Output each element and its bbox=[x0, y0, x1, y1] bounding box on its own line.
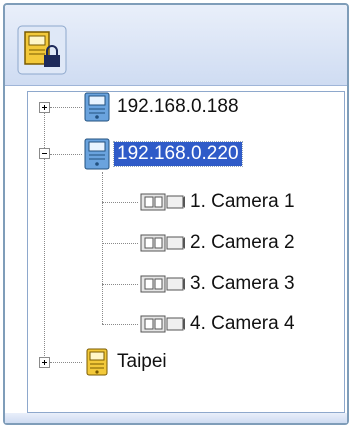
server-group-lock-icon[interactable] bbox=[17, 25, 67, 75]
server-icon bbox=[84, 92, 110, 122]
camera-icon bbox=[140, 234, 185, 252]
tree-line bbox=[102, 324, 138, 325]
expand-icon[interactable] bbox=[39, 102, 50, 113]
server-icon bbox=[84, 138, 110, 170]
camera-item-label[interactable]: 2. Camera 2 bbox=[187, 231, 298, 255]
tree-node-label[interactable]: 192.168.0.188 bbox=[114, 95, 242, 119]
camera-item-label[interactable]: 3. Camera 3 bbox=[187, 272, 298, 296]
camera-icon bbox=[140, 315, 185, 333]
camera-item-label[interactable]: 1. Camera 1 bbox=[187, 190, 298, 214]
collapse-icon[interactable] bbox=[39, 148, 50, 159]
tree-line bbox=[44, 104, 45, 362]
expand-icon[interactable] bbox=[39, 357, 50, 368]
tree-node-label[interactable]: Taipei bbox=[114, 350, 170, 374]
tree-line bbox=[50, 107, 82, 108]
tree-line bbox=[50, 154, 82, 155]
server-group-icon bbox=[86, 348, 108, 376]
tree-node-label-selected[interactable]: 192.168.0.220 bbox=[113, 141, 243, 167]
camera-icon bbox=[140, 193, 185, 211]
device-tree: 192.168.0.188 192.168.0.220 1. Camera 1 bbox=[27, 91, 345, 413]
tree-line bbox=[102, 172, 103, 324]
tree-line bbox=[102, 284, 138, 285]
tree-line bbox=[50, 362, 82, 363]
camera-item-label[interactable]: 4. Camera 4 bbox=[187, 312, 298, 336]
tree-line bbox=[102, 202, 138, 203]
camera-icon bbox=[140, 275, 185, 293]
device-tree-panel: 192.168.0.188 192.168.0.220 1. Camera 1 bbox=[3, 3, 349, 425]
panel-header bbox=[5, 5, 347, 86]
tree-line bbox=[102, 243, 138, 244]
panel-footer bbox=[5, 413, 347, 423]
